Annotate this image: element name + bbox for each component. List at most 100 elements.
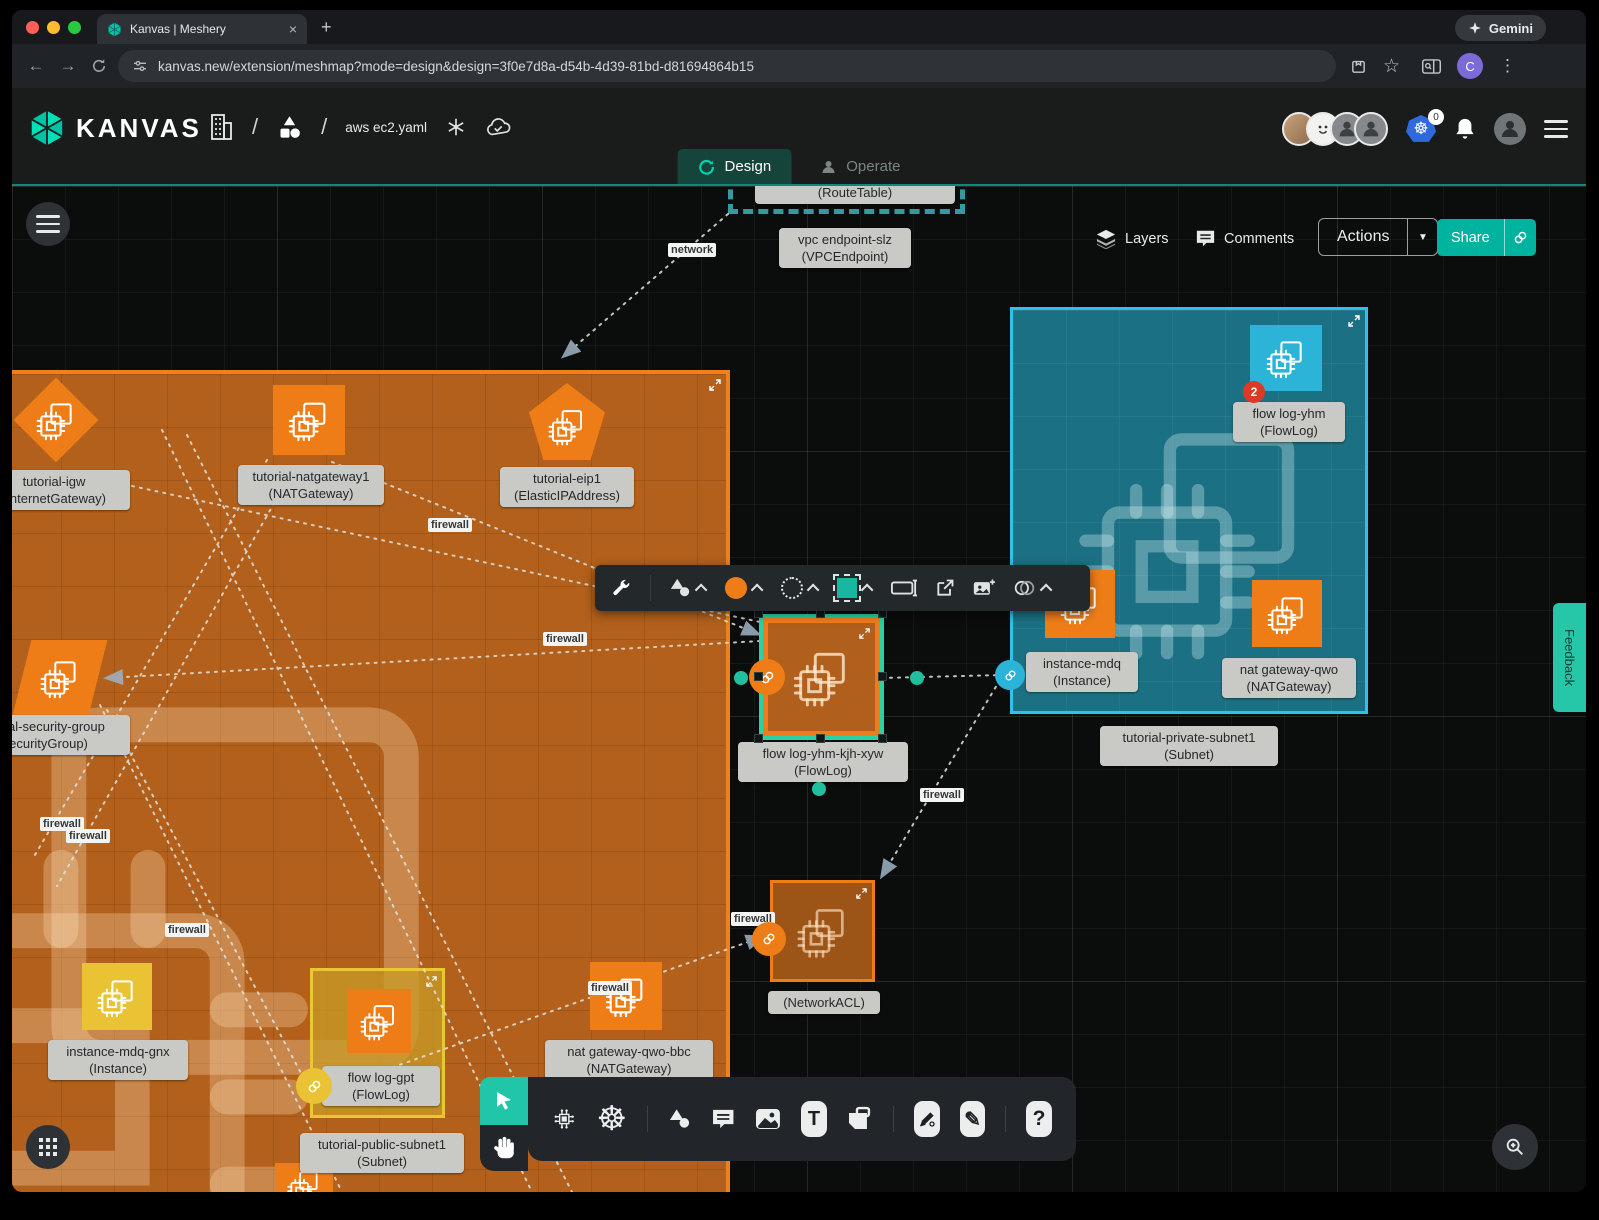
connection-dot[interactable]	[910, 671, 924, 685]
connection-dot[interactable]	[812, 782, 826, 796]
reload-button[interactable]	[90, 57, 108, 75]
chip-icon	[546, 405, 588, 447]
public-subnet-label: tutorial-public-subnet1 (Subnet)	[300, 1133, 464, 1173]
bookmark-star-icon[interactable]: ☆	[1383, 55, 1400, 78]
border-color-picker[interactable]	[837, 578, 873, 598]
node-flow-log-gpt[interactable]	[347, 989, 411, 1053]
canvas-menu-icon	[36, 210, 60, 238]
edge-label-firewall: firewall	[165, 923, 209, 937]
forward-button[interactable]: →	[52, 56, 84, 76]
note-tool-icon[interactable]	[847, 1102, 873, 1136]
image-tool-icon[interactable]	[755, 1102, 781, 1136]
text-tool-button[interactable]: T	[801, 1101, 827, 1137]
selection-handle[interactable]	[754, 672, 763, 681]
user-avatar[interactable]	[1494, 113, 1526, 145]
kanvas-logo-text: KANVAS	[76, 113, 202, 144]
tab-title: Kanvas | Meshery	[130, 22, 281, 36]
tools-wrench-icon[interactable]	[611, 578, 632, 599]
browser-tab[interactable]: Kanvas | Meshery ×	[97, 14, 307, 44]
maximize-window-button[interactable]	[68, 21, 81, 34]
node-network-acl[interactable]	[770, 880, 875, 982]
close-window-button[interactable]	[26, 21, 39, 34]
kubernetes-context-count: 0	[1428, 109, 1444, 125]
selection-handle[interactable]	[878, 734, 887, 743]
organization-icon[interactable]	[208, 112, 234, 142]
select-tool-button[interactable]	[480, 1077, 528, 1125]
flow-log-gpt-link-badge[interactable]	[296, 1068, 332, 1104]
nat-gateway-bbc-label: nat gateway-qwo-bbc (NATGateway)	[545, 1040, 713, 1080]
help-button[interactable]: ?	[1026, 1101, 1052, 1137]
collapse-node-icon[interactable]	[856, 888, 867, 899]
dock-divider	[893, 1106, 894, 1132]
fill-color-picker[interactable]	[725, 577, 763, 599]
collaborator-avatar[interactable]	[1354, 112, 1388, 146]
chevron-up-icon	[807, 583, 820, 596]
kanvas-header: KANVAS / / aws ec2.yaml	[12, 88, 1586, 186]
breadcrumb-divider: /	[321, 114, 327, 140]
new-tab-button[interactable]: +	[321, 17, 332, 38]
subnet-link-badge[interactable]	[995, 660, 1025, 690]
rename-field-icon[interactable]	[891, 578, 917, 598]
selection-handle[interactable]	[816, 734, 825, 743]
comments-button[interactable]: Comments	[1195, 229, 1294, 248]
pen-tool-button[interactable]	[914, 1101, 940, 1137]
selection-handle[interactable]	[878, 672, 887, 681]
kanvas-brand[interactable]: KANVAS	[28, 108, 202, 148]
tab-close-icon[interactable]: ×	[289, 21, 297, 37]
shapes-picker[interactable]	[669, 577, 707, 599]
zoom-button[interactable]	[1492, 1124, 1538, 1170]
notifications-bell-icon[interactable]	[1454, 117, 1476, 141]
add-image-icon[interactable]	[973, 578, 995, 598]
tab-design[interactable]: Design	[678, 149, 792, 184]
collaborator-avatars	[1282, 112, 1388, 146]
network-acl-label: (NetworkACL)	[768, 991, 880, 1014]
edge-label-firewall: firewall	[588, 981, 632, 995]
selection-handle[interactable]	[754, 734, 763, 743]
group-tool[interactable]	[1013, 578, 1052, 598]
kubernetes-context[interactable]: ☸ 0	[1406, 115, 1436, 143]
chip-icon	[603, 973, 649, 1019]
canvas-menu-button[interactable]	[26, 202, 70, 246]
app-menu-icon[interactable]	[1544, 115, 1568, 143]
shapes-tool-icon[interactable]	[668, 1103, 691, 1135]
browser-tab-strip: Kanvas | Meshery × + Gemini	[12, 10, 1586, 44]
pen-icon	[917, 1109, 937, 1129]
node-flow-log-yhm[interactable]	[1250, 325, 1322, 391]
magnifier-plus-icon	[1504, 1136, 1526, 1158]
layers-button[interactable]: Layers	[1095, 229, 1169, 249]
save-page-icon[interactable]	[1350, 58, 1367, 75]
flow-log-yhm-count-badge[interactable]: 2	[1243, 381, 1265, 403]
cloud-sync-icon[interactable]	[485, 116, 511, 138]
connection-dot[interactable]	[734, 671, 748, 685]
apps-grid-button[interactable]	[26, 1125, 70, 1169]
minimize-window-button[interactable]	[47, 21, 60, 34]
node-nat-gateway-bbc[interactable]	[590, 962, 662, 1030]
stroke-style-picker[interactable]	[781, 577, 819, 599]
side-panel-search-icon[interactable]	[1422, 58, 1441, 75]
pencil-tool-button[interactable]: ✎	[960, 1101, 986, 1137]
browser-toolbar: ← → kanvas.new/extension/meshmap?mode=de…	[12, 44, 1586, 88]
network-acl-link-badge[interactable]	[752, 922, 786, 956]
address-bar[interactable]: kanvas.new/extension/meshmap?mode=design…	[118, 50, 1336, 82]
design-canvas[interactable]: Layers Comments Actions ▼ Share (RouteTa…	[12, 186, 1586, 1192]
workspace-shapes-icon[interactable]	[276, 114, 303, 141]
browser-menu-icon[interactable]: ⋮	[1499, 56, 1516, 76]
comment-tool-icon[interactable]	[711, 1103, 735, 1135]
browser-profile-avatar[interactable]: C	[1457, 53, 1483, 79]
gemini-button[interactable]: Gemini	[1455, 15, 1546, 41]
feedback-tab[interactable]: Feedback	[1553, 603, 1586, 712]
node-instance-gnx[interactable]	[82, 963, 152, 1030]
node-nat-gateway-qwo[interactable]	[1252, 580, 1322, 647]
site-settings-icon[interactable]	[132, 58, 148, 74]
collapse-node-icon[interactable]	[859, 628, 870, 639]
design-file-name[interactable]: aws ec2.yaml	[345, 120, 427, 135]
components-circuit-icon[interactable]	[552, 1102, 576, 1136]
comments-icon	[1195, 229, 1216, 248]
open-external-icon[interactable]	[935, 578, 955, 598]
node-nat-gateway-1[interactable]	[273, 385, 345, 455]
kubernetes-tool-icon[interactable]: ☸	[596, 1102, 626, 1136]
tab-operate[interactable]: Operate	[799, 149, 920, 184]
pan-tool-button[interactable]	[480, 1125, 528, 1171]
back-button[interactable]: ←	[20, 56, 52, 76]
extensions-snowflake-icon[interactable]	[445, 116, 467, 138]
